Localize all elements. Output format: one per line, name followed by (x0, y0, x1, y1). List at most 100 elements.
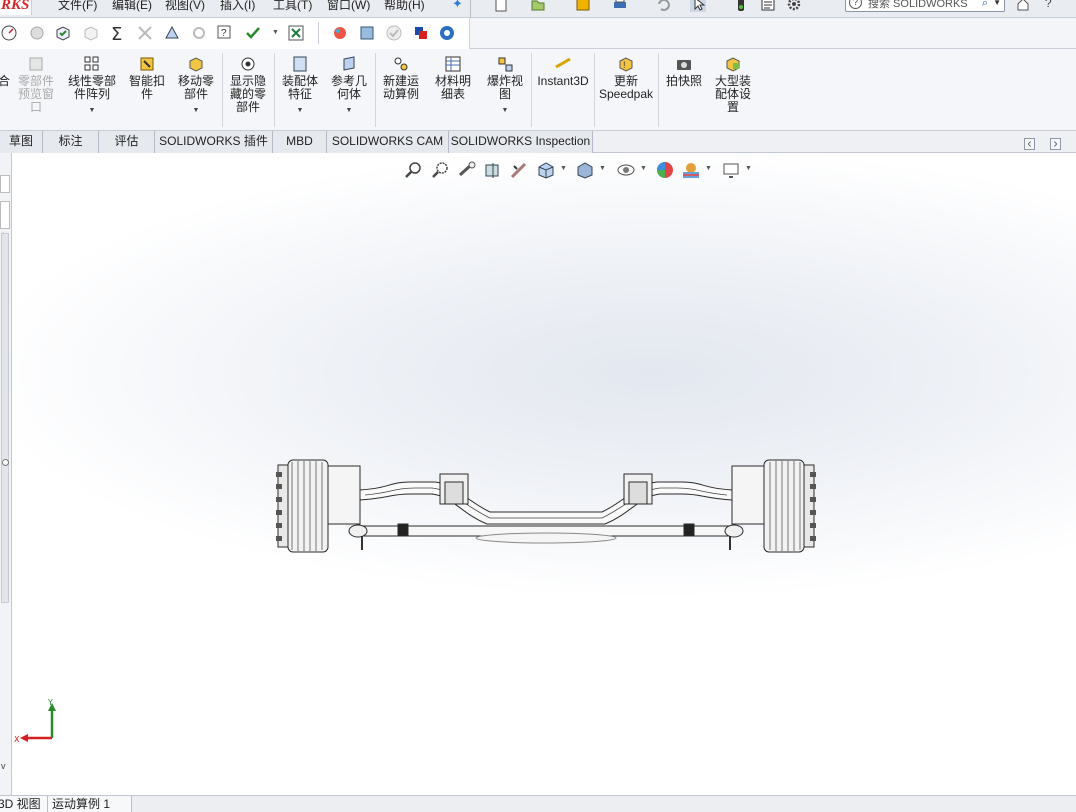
menu-file[interactable]: 文件(F) (58, 0, 97, 13)
solidworks-logo[interactable]: RKS (0, 0, 32, 15)
menu-edit[interactable]: 编辑(E) (112, 0, 152, 13)
tab-evaluate[interactable]: 评估 (99, 131, 155, 153)
section-view-icon[interactable] (163, 24, 181, 42)
search-input[interactable] (868, 0, 988, 10)
file-properties-icon[interactable] (760, 0, 776, 12)
tab-solidworks-cam[interactable]: SOLIDWORKS CAM (327, 131, 449, 153)
help-question-icon[interactable]: ? (1045, 0, 1052, 10)
chevron-down-icon[interactable]: ▼ (328, 104, 370, 117)
excel-x-icon[interactable] (287, 24, 305, 42)
new-motion-study-label: 新建运动算例 (382, 74, 419, 101)
interference-disabled-icon (138, 26, 152, 40)
exploded-view-button[interactable]: 爆炸视图 ▼ (483, 55, 527, 117)
chevron-down-icon[interactable]: ▼ (272, 29, 279, 36)
panel-tab[interactable] (0, 175, 10, 193)
instant3d-button[interactable]: Instant3D (536, 55, 590, 88)
reference-geometry-button[interactable]: 参考几何体 ▼ (328, 55, 370, 117)
chevron-down-icon[interactable]: ▼ (278, 104, 322, 117)
options-gear-icon[interactable] (786, 0, 802, 12)
traffic-light-icon[interactable] (733, 0, 749, 12)
chevron-down-icon[interactable]: ▼ (560, 165, 567, 172)
scene-icon[interactable] (358, 24, 376, 42)
logo-text: RKS (1, 0, 30, 13)
apply-scene-icon[interactable] (681, 160, 701, 180)
previous-view-icon[interactable] (457, 160, 477, 180)
menu-insert[interactable]: 插入(I) (220, 0, 255, 13)
chevron-down-icon[interactable]: ▼ (993, 0, 1001, 7)
tab-scroll-right-icon[interactable] (1050, 138, 1061, 150)
search-icon[interactable]: ⌕ (982, 0, 988, 10)
tab-sketch[interactable]: 草图 (0, 131, 43, 153)
show-hidden-button[interactable]: 显示隐藏的零部件 (226, 55, 270, 114)
new-document-icon[interactable] (493, 0, 509, 12)
chevron-down-icon[interactable]: ▼ (599, 165, 606, 172)
compass-icon[interactable] (438, 24, 456, 42)
component-preview-label: 零部件预览窗口 (17, 74, 54, 114)
front-axle-3d-model[interactable] (270, 452, 822, 558)
chevron-down-icon[interactable]: ▼ (705, 165, 712, 172)
print-icon[interactable] (612, 0, 628, 12)
take-snapshot-button[interactable]: 拍快照 (662, 55, 706, 88)
x-arrowhead (20, 734, 28, 742)
menu-tools[interactable]: 工具(T) (273, 0, 312, 13)
splitter-handle-icon[interactable] (2, 459, 9, 466)
search-box[interactable]: ? ⌕ ▼ (845, 0, 1005, 12)
panel-tab[interactable] (0, 201, 10, 229)
zoom-to-area-icon[interactable] (430, 160, 450, 180)
menu-help[interactable]: 帮助(H) (384, 0, 425, 13)
chevron-down-icon[interactable]: ▼ (483, 104, 527, 117)
bom-button[interactable]: 材料明细表 (431, 55, 475, 101)
tab-scroll-left-icon[interactable] (1024, 138, 1035, 150)
view-settings-monitor-icon[interactable] (721, 160, 741, 180)
tab-solidworks-inspection[interactable]: SOLIDWORKS Inspection (449, 131, 593, 153)
undo-icon[interactable] (655, 0, 671, 12)
save-icon[interactable] (575, 0, 591, 12)
chevron-down-icon[interactable]: v (1, 761, 6, 771)
select-cursor-icon[interactable] (690, 0, 706, 12)
large-assembly-settings-button[interactable]: 大型装配体设置 (710, 55, 756, 114)
edit-appearance-icon[interactable] (655, 160, 675, 180)
component-check-icon[interactable] (54, 24, 72, 42)
tab-markup[interactable]: 标注 (43, 131, 99, 153)
display-style-icon[interactable] (575, 160, 595, 180)
move-component-button[interactable]: 移动零部件 ▼ (174, 55, 218, 117)
dynamic-annotation-icon[interactable] (509, 160, 529, 180)
chevron-down-icon[interactable]: ▼ (174, 104, 218, 117)
hide-show-items-icon[interactable] (616, 160, 636, 180)
assembly-feature-icon (293, 56, 307, 72)
linear-pattern-button[interactable]: 线性零部件阵列 ▼ (64, 55, 120, 117)
pin-icon[interactable]: ✦ (452, 0, 463, 12)
tab-3d-view[interactable]: 3D 视图 (0, 796, 48, 812)
zoom-to-fit-icon[interactable] (403, 160, 423, 180)
appearance-icon[interactable] (331, 24, 349, 42)
section-view-icon[interactable] (483, 160, 503, 180)
ribbon-separator (375, 53, 376, 127)
home-icon[interactable] (1015, 0, 1031, 12)
open-icon[interactable] (530, 0, 546, 12)
tab-solidworks-addins[interactable]: SOLIDWORKS 插件 (155, 131, 273, 153)
assembly-button[interactable]: 合 (0, 55, 10, 88)
left-panel-collapsed[interactable]: ^ v (0, 153, 12, 795)
rebuild-gauge-icon[interactable] (0, 24, 18, 42)
tab-mbd[interactable]: MBD (273, 131, 327, 153)
check-tools-icon[interactable] (244, 24, 262, 42)
component-disabled-icon (84, 26, 98, 41)
command-tabs: 草图 标注 评估 SOLIDWORKS 插件 MBD SOLIDWORKS CA… (0, 131, 1076, 153)
new-motion-study-button[interactable]: 新建运动算例 (379, 55, 423, 101)
panel-scrollbar[interactable] (1, 233, 9, 603)
update-speedpak-button[interactable]: ! 更新Speedpak (598, 55, 654, 101)
chevron-down-icon[interactable]: ▼ (745, 165, 752, 172)
stop-record-icon[interactable] (412, 24, 430, 42)
menu-window[interactable]: 窗口(W) (327, 0, 370, 13)
query-icon[interactable]: ? (216, 24, 234, 42)
heads-up-view-toolbar: ▼ ▼ ▼ ▼ ▼ (403, 160, 763, 180)
assembly-feature-button[interactable]: 装配体特征 ▼ (278, 55, 322, 117)
smart-fastener-button[interactable]: 智能扣件 (126, 55, 168, 101)
chevron-down-icon[interactable]: ▼ (64, 104, 120, 117)
view-orientation-icon[interactable] (536, 160, 556, 180)
help-icon: ? (849, 0, 862, 9)
tab-motion-study-1[interactable]: 运动算例 1 (48, 796, 132, 812)
menu-view[interactable]: 视图(V) (165, 0, 205, 13)
chevron-down-icon[interactable]: ▼ (640, 165, 647, 172)
mass-properties-sigma-icon[interactable]: Σ (109, 24, 127, 42)
